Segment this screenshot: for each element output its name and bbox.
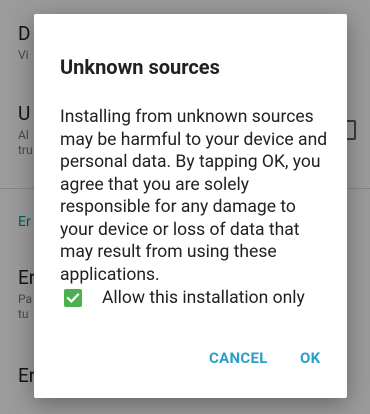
dialog-actions: CANCEL OK bbox=[34, 346, 347, 370]
cancel-button[interactable]: CANCEL bbox=[209, 346, 268, 370]
allow-once-label: Allow this installation only bbox=[102, 288, 305, 308]
dialog-title: Unknown sources bbox=[60, 55, 220, 79]
checkmark-icon bbox=[66, 293, 80, 303]
allow-once-checkbox[interactable] bbox=[64, 289, 82, 307]
unknown-sources-dialog: Unknown sources Installing from unknown … bbox=[34, 14, 347, 398]
ok-button[interactable]: OK bbox=[300, 346, 320, 370]
dialog-message: Installing from unknown sources may be h… bbox=[60, 107, 328, 285]
allow-once-checkbox-row[interactable]: Allow this installation only bbox=[64, 286, 305, 310]
